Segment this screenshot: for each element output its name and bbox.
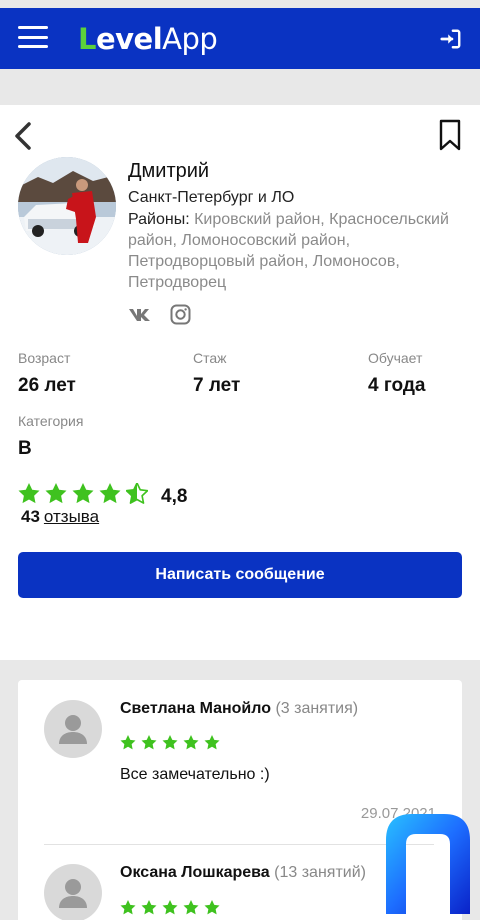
instructor-avatar [18, 157, 116, 255]
star-full-icon [183, 900, 199, 915]
page-gap [0, 69, 480, 105]
social-links [128, 304, 191, 325]
sign-in-icon[interactable] [440, 28, 462, 50]
star-full-icon [99, 483, 121, 504]
review-lessons: (13 занятий) [274, 864, 366, 881]
app-logo[interactable]: LevelApp [78, 22, 218, 56]
reviewer-name: Оксана Лошкарева (13 занятий) [120, 864, 366, 881]
back-arrow-icon[interactable] [12, 121, 34, 151]
star-full-icon [141, 900, 157, 915]
star-full-icon [141, 735, 157, 750]
instagram-icon[interactable] [170, 304, 191, 325]
star-half-icon [126, 483, 148, 504]
reviews-number: 43 [21, 507, 40, 526]
experience-label: Стаж [193, 350, 227, 366]
star-full-icon [18, 483, 40, 504]
app-header: LevelApp [0, 8, 480, 69]
instructor-districts: Районы: Кировский район, Красносельский … [128, 209, 463, 293]
review-stars [120, 735, 220, 750]
instructor-name: Дмитрий [128, 160, 210, 182]
reviewer-name: Светлана Манойло (3 занятия) [120, 700, 359, 717]
reviews-link[interactable]: отзыва [44, 507, 99, 526]
review-lessons: (3 занятия) [275, 700, 359, 717]
star-full-icon [120, 900, 136, 915]
rating-value: 4,8 [161, 486, 188, 507]
reviews-count: 43 отзыва [21, 507, 99, 527]
review-text: Все замечательно :) [120, 766, 270, 783]
hamburger-icon[interactable] [18, 26, 48, 48]
category-label: Категория [18, 413, 84, 429]
bookmark-icon[interactable] [438, 119, 462, 151]
instructor-profile: Дмитрий Санкт-Петербург и ЛО Районы: Кир… [0, 105, 480, 660]
star-full-icon [120, 735, 136, 750]
star-full-icon [204, 735, 220, 750]
review-divider [44, 844, 434, 845]
teaching-value: 4 года [368, 375, 426, 396]
send-message-button[interactable]: Написать сообщение [18, 552, 462, 598]
star-full-icon [162, 900, 178, 915]
vk-icon[interactable] [128, 308, 152, 322]
star-full-icon [45, 483, 67, 504]
instructor-city: Санкт-Петербург и ЛО [128, 189, 295, 206]
teaching-label: Обучает [368, 350, 423, 366]
age-label: Возраст [18, 350, 71, 366]
review-stars [120, 900, 220, 915]
star-full-icon [204, 900, 220, 915]
rating-stars [18, 483, 148, 504]
districts-label: Районы: [128, 211, 190, 228]
star-full-icon [162, 735, 178, 750]
star-full-icon [183, 735, 199, 750]
star-full-icon [72, 483, 94, 504]
experience-value: 7 лет [193, 375, 241, 396]
reviewer-avatar [44, 700, 102, 758]
reviewer-avatar [44, 864, 102, 920]
floating-logo-icon[interactable] [382, 810, 474, 916]
category-value: B [18, 438, 32, 459]
age-value: 26 лет [18, 375, 76, 396]
